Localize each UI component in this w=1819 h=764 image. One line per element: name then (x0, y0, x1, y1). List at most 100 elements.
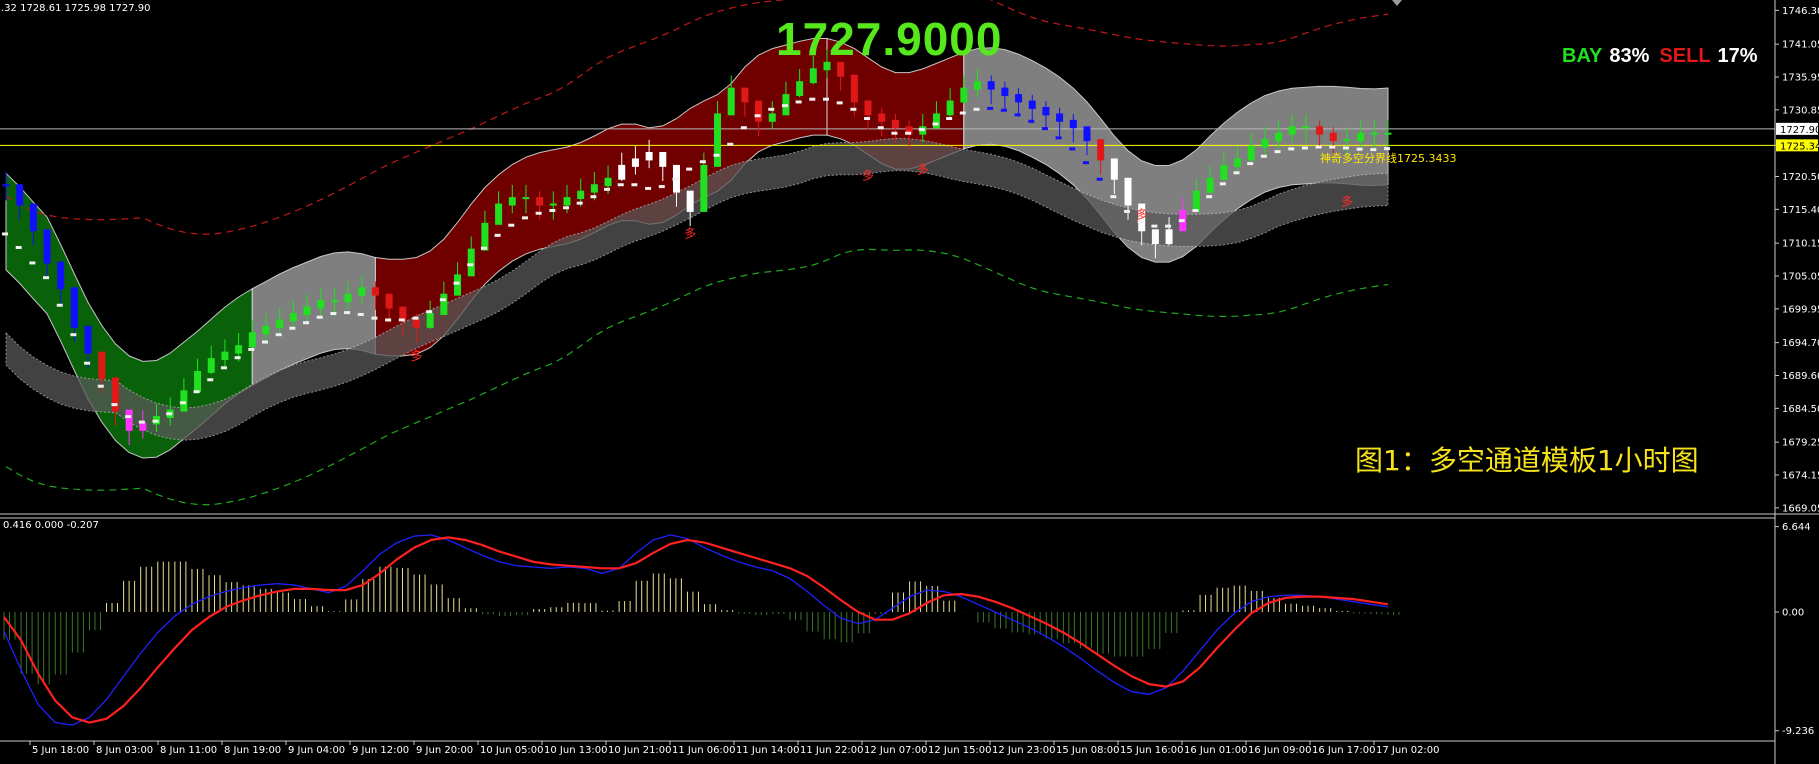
candle-body (358, 287, 366, 296)
trail-dot (576, 201, 583, 205)
trail-dot (1165, 224, 1172, 228)
chart-canvas: 多多多多多多 1746.301741.051735.951730.851725.… (0, 0, 1819, 764)
price-tick-label: 1684.50 (1782, 404, 1819, 415)
time-tick-label: 8 Jun 11:00 (160, 745, 217, 756)
candle-body (618, 164, 626, 180)
candle-body (235, 345, 243, 354)
candle-body (577, 190, 585, 200)
candle-body (1261, 139, 1269, 148)
time-tick-label: 16 Jun 09:00 (1248, 745, 1312, 756)
trail-dot (1082, 161, 1089, 165)
trail-dot (563, 206, 570, 210)
candle-body (440, 293, 448, 315)
candle-body (1384, 132, 1392, 135)
price-axis: 1746.30 1741.05 1735.95 1730.85 1725.34 1720.… (1775, 6, 1819, 737)
trail-dot (795, 100, 802, 104)
trail-dot (850, 107, 857, 111)
trail-dot (1301, 146, 1308, 150)
trail-dot (1178, 219, 1185, 223)
bay-percent: 83% (1609, 45, 1650, 67)
price-tick-label: 1715.40 (1782, 205, 1819, 216)
divider-price-tag-text: 1725.34 (1780, 141, 1819, 152)
price-tick-label: 1699.95 (1782, 304, 1819, 315)
trail-dot (138, 420, 145, 424)
candle-body (1056, 113, 1064, 122)
candle-body (686, 190, 694, 212)
trail-dot (781, 104, 788, 108)
trail-dot (15, 245, 22, 249)
trail-dot (1219, 182, 1226, 186)
candle-body (864, 100, 872, 116)
candle-body (330, 300, 338, 303)
candle-body (344, 293, 352, 303)
time-tick-label: 10 Jun 21:00 (608, 745, 672, 756)
trail-dot (439, 298, 446, 302)
time-tick-label: 15 Jun 16:00 (1120, 745, 1184, 756)
candle-body (727, 87, 735, 116)
trail-dot (713, 153, 720, 157)
time-tick-label: 9 Jun 12:00 (352, 745, 409, 756)
candle-body (1329, 132, 1337, 142)
candle-body (1001, 87, 1009, 97)
trail-dot (1028, 119, 1035, 123)
trail-dot (289, 326, 296, 330)
price-tick-label: 1679.25 (1782, 438, 1819, 449)
trail-dot (836, 101, 843, 105)
trail-dot (480, 246, 487, 250)
candle-body (57, 261, 65, 290)
candle-body (1370, 132, 1378, 135)
trail-dot (686, 167, 693, 171)
trail-dot (316, 315, 323, 319)
candle-body (317, 300, 325, 309)
time-tick-label: 8 Jun 19:00 (224, 745, 281, 756)
trail-dot (1151, 224, 1158, 228)
trail-dot (617, 183, 624, 187)
bay-label: BAY (1562, 45, 1603, 67)
candle-body (221, 351, 229, 361)
trail-dot (412, 316, 419, 320)
candle-body (878, 113, 886, 122)
time-tick-label: 17 Jun 02:00 (1376, 745, 1440, 756)
trail-dot (371, 316, 378, 320)
candle-body (29, 203, 37, 232)
trail-dot (1206, 195, 1213, 199)
trail-dot (1055, 136, 1062, 140)
signal-marker: 多 (684, 227, 696, 241)
trail-dot (932, 122, 939, 126)
trail-dot (699, 160, 706, 164)
time-tick-label: 12 Jun 23:00 (992, 745, 1056, 756)
price-tick-label: 1689.60 (1782, 371, 1819, 382)
candle-body (604, 177, 612, 187)
chart-caption: 图1：多空通道模板1小时图 (1355, 444, 1699, 477)
price-tick-label: 1730.85 (1782, 105, 1819, 116)
trail-dot (1329, 145, 1336, 149)
trail-dot (672, 177, 679, 181)
candle-body (536, 197, 544, 206)
trail-dot (1110, 195, 1117, 199)
candle-body (412, 319, 420, 328)
candle-body (1247, 145, 1255, 161)
trail-dot (645, 186, 652, 190)
trail-dot (1124, 209, 1131, 213)
macd-main-line (3, 536, 1389, 724)
trail-dot (207, 378, 214, 382)
candle-body (125, 409, 133, 431)
trail-dot (357, 312, 364, 316)
candle-body (1220, 164, 1228, 180)
candle-body (1288, 126, 1296, 135)
candle-body (16, 184, 24, 206)
trail-dot (946, 117, 953, 121)
candle-body (850, 74, 858, 103)
trail-dot (220, 366, 227, 370)
candle-body (1042, 106, 1050, 116)
candle-body (1206, 177, 1214, 193)
time-tick-label: 12 Jun 07:00 (864, 745, 928, 756)
trail-dot (987, 106, 994, 110)
price-tick-label: 1694.70 (1782, 338, 1819, 349)
candle-body (385, 293, 393, 309)
trail-dot (604, 187, 611, 191)
candle-body (1015, 94, 1023, 103)
time-tick-label: 16 Jun 01:00 (1184, 745, 1248, 756)
candle-body (974, 81, 982, 90)
current-price-tag-text: 1727.90 (1780, 125, 1819, 136)
